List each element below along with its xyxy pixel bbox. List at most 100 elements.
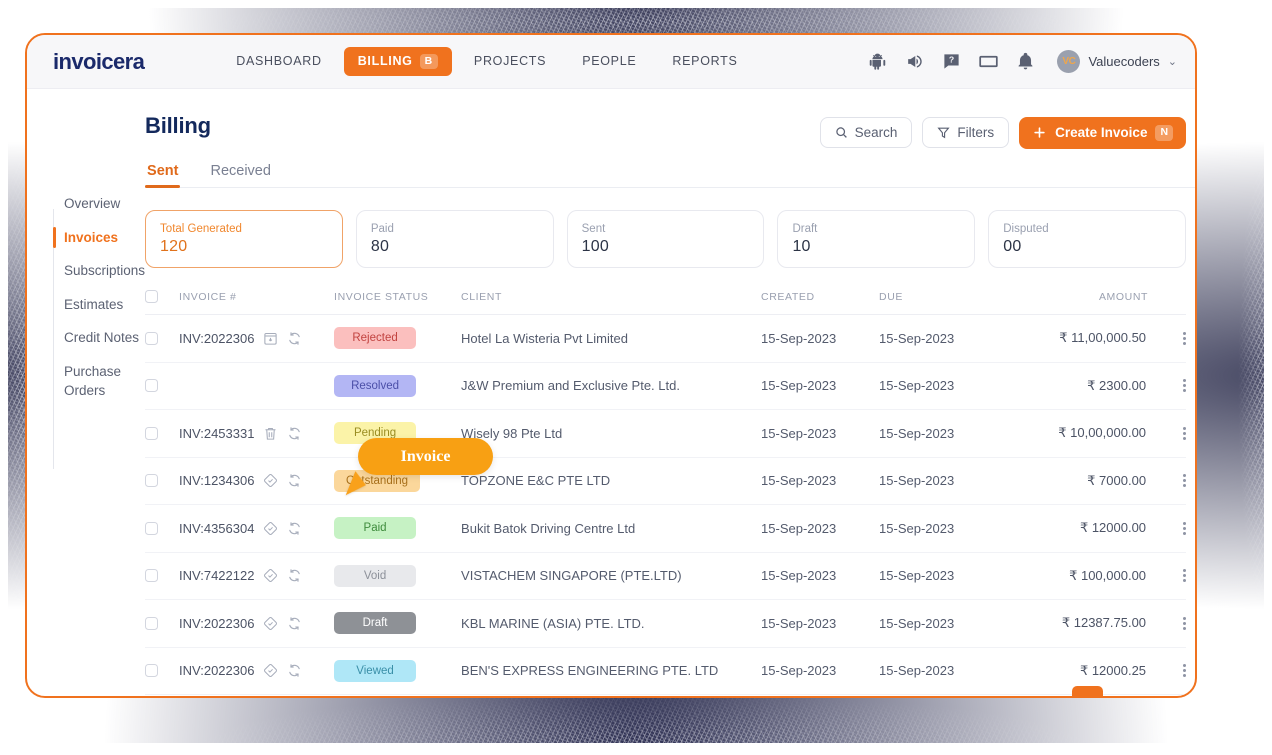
filters-button[interactable]: Filters [922,117,1010,149]
diamond-check-icon[interactable] [263,663,278,678]
stat-card-paid[interactable]: Paid 80 [355,209,554,269]
created-date-cell: 15-Sep-2023 [761,615,837,631]
search-button-label: Search [854,125,898,141]
nav-item-dashboard[interactable]: DASHBOARD [222,47,335,75]
refresh-icon[interactable] [287,663,302,678]
client-name-cell[interactable]: BEN'S EXPRESS ENGINEERING PTE. LTD [461,663,761,678]
stat-card-disputed[interactable]: Disputed 00 [988,209,1187,269]
user-menu[interactable]: VC Valuecoders ⌄ [1057,50,1177,73]
sidebar-item-invoices[interactable]: Invoices [27,221,145,255]
status-badge: Rejected [334,327,417,350]
help-icon[interactable]: ? [942,52,961,71]
sidebar-item-credit-notes[interactable]: Credit Notes [27,321,145,355]
megaphone-icon[interactable] [905,52,924,71]
diamond-check-icon[interactable] [263,521,278,536]
stat-card-sent[interactable]: Sent 100 [566,209,765,269]
row-menu-button[interactable] [1183,519,1187,537]
client-name-cell[interactable]: J&W Premium and Exclusive Pte. Ltd. [461,378,761,393]
invoice-number[interactable]: INV:4356304 [179,521,254,536]
amount-value: ₹ 100,000.00 [1069,567,1147,583]
sidebar-item-purchase-orders[interactable]: Purchase Orders [27,355,145,408]
column-header-amount[interactable]: AMOUNT [1016,291,1148,303]
row-menu-button[interactable] [1183,329,1187,347]
create-invoice-button[interactable]: Create Invoice N [1019,117,1187,149]
table-body: INV:2022306 Rejected Hotel La Wisteria Pvt… [145,315,1187,696]
nav-item-projects[interactable]: PROJECTS [460,47,560,75]
nav-item-billing[interactable]: BILLING B [343,46,452,77]
select-all-checkbox[interactable] [145,290,159,304]
row-menu-button[interactable] [1183,662,1187,680]
table-row[interactable]: INV:4356304 Paid Bukit Batok Driving Centr… [145,505,1187,553]
refresh-icon[interactable] [287,616,302,631]
keyboard-icon[interactable] [979,52,999,71]
row-menu-button[interactable] [1183,472,1187,490]
table-row[interactable]: INV:2022306 Rejected Hotel La Wisteria Pvt… [145,315,1187,363]
client-name-cell[interactable]: Bukit Batok Driving Centre Ltd [461,521,761,536]
column-header-invoice[interactable]: INVOICE # [179,291,334,303]
invoice-number[interactable]: INV:7422122 [179,568,254,583]
client-name-cell[interactable]: TOPZONE E&C PTE LTD [461,473,761,488]
stat-card-draft-value: 10 [792,238,811,256]
client-name-cell[interactable]: KBL MARINE (ASIA) PTE. LTD. [461,616,761,631]
table-header-row: INVOICE # INVOICE STATUS CLIENT CREATED … [145,290,1187,316]
row-checkbox[interactable] [145,569,159,583]
diamond-check-icon[interactable] [263,616,278,631]
row-checkbox[interactable] [145,426,159,440]
tab-received[interactable]: Received [208,163,272,187]
column-header-due[interactable]: DUE [879,291,1016,303]
row-checkbox[interactable] [145,521,159,535]
row-checkbox[interactable] [145,379,159,393]
archive-download-icon[interactable] [263,331,278,346]
table-row[interactable]: INV:7422122 Void VISTACHEM SINGAPORE (PTE.… [145,553,1187,601]
invoice-number[interactable]: INV:2022306 [179,616,254,631]
android-icon[interactable] [868,52,887,71]
tab-sent[interactable]: Sent [145,163,181,188]
nav-item-reports[interactable]: REPORTS [658,47,751,75]
brand-logo[interactable]: invoicera [30,35,145,75]
table-row[interactable]: INV:2453331 Pending Wisely 98 Pte Ltd 15-Se… [145,410,1187,458]
sidebar-item-estimates[interactable]: Estimates [27,288,145,322]
search-button[interactable]: Search [819,117,913,149]
client-name-cell[interactable]: VISTACHEM SINGAPORE (PTE.LTD) [461,568,761,583]
client-name-cell[interactable]: Wisely 98 Pte Ltd [461,426,761,441]
column-header-status[interactable]: INVOICE STATUS [334,291,461,303]
invoice-number[interactable]: INV:1234306 [179,473,254,488]
table-row[interactable]: INV:2022306 Draft KBL MARINE (ASIA) PTE. L… [145,600,1187,648]
avatar: VC [1057,50,1081,73]
refresh-icon[interactable] [287,521,302,536]
stat-card-draft[interactable]: Draft 10 [777,209,976,269]
diamond-check-icon[interactable] [263,568,278,583]
invoice-number[interactable]: INV:2453331 [179,426,254,441]
stat-card-total-generated[interactable]: Total Generated 120 [145,209,343,269]
refresh-icon[interactable] [287,473,302,488]
row-menu-button[interactable] [1183,424,1187,442]
diamond-check-icon[interactable] [263,473,278,488]
row-checkbox[interactable] [145,331,159,345]
refresh-icon[interactable] [287,426,302,441]
column-header-client[interactable]: CLIENT [461,291,761,303]
nav-item-people[interactable]: PEOPLE [568,47,650,75]
row-checkbox[interactable] [145,616,159,630]
sidebar-item-subscriptions[interactable]: Subscriptions [27,254,145,288]
status-badge: Resolved [334,374,417,397]
bell-icon[interactable] [1016,52,1035,71]
row-menu-button[interactable] [1183,567,1187,585]
trash-icon[interactable] [263,426,278,441]
column-header-created[interactable]: CREATED [761,291,879,303]
table-row[interactable]: Resolved J&W Premium and Exclusive Pte. L… [145,363,1187,411]
refresh-icon[interactable] [287,331,302,346]
invoice-number[interactable]: INV:2022306 [179,663,254,678]
invoice-hover-tooltip[interactable]: Invoice [358,438,494,475]
row-checkbox[interactable] [145,474,159,488]
invoice-number[interactable]: INV:2022306 [179,331,254,346]
nav-item-reports-label: REPORTS [672,54,738,69]
row-menu-button[interactable] [1183,377,1187,395]
client-name-cell[interactable]: Hotel La Wisteria Pvt Limited [461,331,761,346]
row-checkbox[interactable] [145,664,159,678]
row-menu-button[interactable] [1183,614,1187,632]
refresh-icon[interactable] [287,568,302,583]
table-row[interactable]: INV:2022306 Viewed BEN'S EXPRESS ENGINEERI… [145,648,1187,696]
bottom-scroll-nub[interactable] [1072,686,1103,696]
sidebar-item-overview[interactable]: Overview [27,187,145,221]
table-row[interactable]: INV:1234306 Outstanding TOPZONE E&C PTE LT… [145,458,1187,506]
